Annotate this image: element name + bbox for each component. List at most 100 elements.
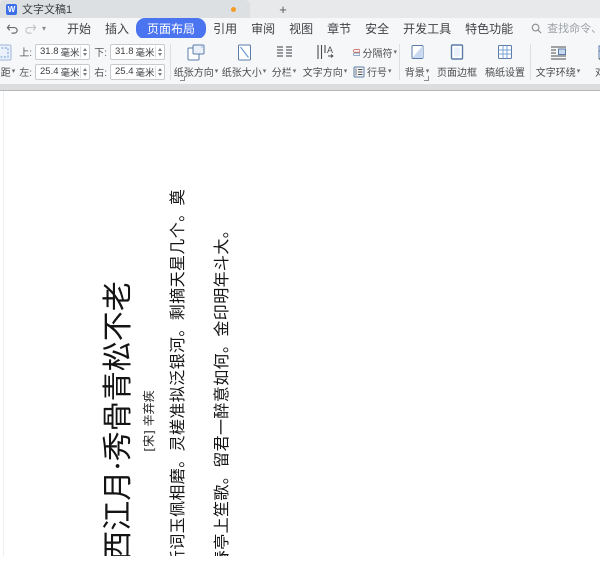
margin-top-value: 31.8 xyxy=(40,46,59,57)
background-icon xyxy=(410,43,425,61)
dialog-launcher-icon[interactable] xyxy=(180,76,185,81)
page-border-label: 页面边框 xyxy=(437,68,477,79)
margin-right-spinner[interactable] xyxy=(155,65,162,78)
document-tab-title: 文字文稿1 xyxy=(22,4,73,16)
page-layout-toolbar: 距 ▾ 上: 31.8 毫米 下: 31.8 毫米 左: 25.4 毫米 右: … xyxy=(0,38,600,84)
ribbon-tab-bar: ▾ 开始 插入 页面布局 引用 审阅 视图 章节 安全 开发工具 特色功能 查找… xyxy=(0,17,600,39)
margins-label: 距 xyxy=(0,68,11,79)
text-direction-label: 文字方向 xyxy=(302,68,343,79)
margin-left-input[interactable]: 25.4 毫米 xyxy=(35,63,90,80)
margin-settings-group: 上: 31.8 毫米 下: 31.8 毫米 左: 25.4 毫米 右: 25.4 xyxy=(18,40,168,84)
margin-top-spinner[interactable] xyxy=(80,45,87,58)
caret-down-icon: ▾ xyxy=(425,68,430,75)
tab-page-layout[interactable]: 页面布局 xyxy=(136,17,207,39)
ribbon-bottom-band xyxy=(0,84,600,91)
page-border-icon xyxy=(450,43,464,61)
caret-down-icon: ▾ xyxy=(214,68,219,75)
columns-label: 分栏 xyxy=(271,68,292,79)
margin-left-unit: 毫米 xyxy=(60,67,80,79)
text-wrap-icon xyxy=(550,43,567,61)
caret-down-icon: ▾ xyxy=(292,68,297,75)
wps-logo-icon: W xyxy=(6,3,17,15)
manuscript-setup-button[interactable]: 稿纸设置 xyxy=(482,40,528,84)
background-label: 背景 xyxy=(404,68,425,79)
caret-down-icon: ▾ xyxy=(388,68,392,75)
margin-bottom-value: 31.8 xyxy=(115,46,134,57)
margin-right-label: 右: xyxy=(94,68,107,79)
toolbar-separator xyxy=(170,44,171,80)
margin-bottom-input[interactable]: 31.8 毫米 xyxy=(110,43,165,60)
margin-top-input[interactable]: 31.8 毫米 xyxy=(35,43,90,60)
command-search[interactable]: 查找命令、搜索模板 xyxy=(530,20,600,36)
paper-size-button[interactable]: 纸张大小 ▾ xyxy=(221,40,267,84)
caret-down-icon: ▾ xyxy=(11,68,16,75)
tab-security[interactable]: 安全 xyxy=(358,19,396,38)
caret-down-icon: ▾ xyxy=(393,49,397,56)
toolbar-separator xyxy=(530,44,531,80)
document-page[interactable]: 西江月·秀骨青松不老 [宋] 辛弃疾 秀骨青松不老，新词玉佩相磨。灵槎准拟泛银河… xyxy=(0,91,600,556)
margins-button[interactable]: 距 ▾ xyxy=(0,40,16,84)
columns-button[interactable]: 分栏 ▾ xyxy=(269,40,299,84)
caret-down-icon: ▾ xyxy=(343,68,348,75)
breaks-icon xyxy=(353,49,361,56)
margin-top-unit: 毫米 xyxy=(60,47,80,59)
document-tab[interactable]: W 文字文稿1 xyxy=(0,0,250,18)
redo-icon[interactable] xyxy=(24,22,37,35)
tab-insert[interactable]: 插入 xyxy=(98,19,136,38)
tab-section[interactable]: 章节 xyxy=(320,19,358,38)
margins-icon xyxy=(0,43,14,61)
tab-review[interactable]: 审阅 xyxy=(244,19,282,38)
margin-bottom-label: 下: xyxy=(94,48,107,59)
margin-left-spinner[interactable] xyxy=(80,65,87,78)
breaks-linenumbers-group: 分隔符 ▾ 行号 ▾ xyxy=(351,40,397,84)
svg-text:A: A xyxy=(327,45,333,55)
margin-left-label: 左: xyxy=(19,68,32,79)
breaks-button[interactable]: 分隔符 ▾ xyxy=(353,45,397,60)
tab-home[interactable]: 开始 xyxy=(60,19,98,38)
text-direction-button[interactable]: A 文字方向 ▾ xyxy=(301,40,349,84)
quick-access-caret-icon[interactable]: ▾ xyxy=(42,24,46,33)
paper-size-icon xyxy=(237,43,252,61)
align-icon xyxy=(597,43,600,61)
paper-size-label: 纸张大小 xyxy=(221,68,262,79)
margin-right-value: 25.4 xyxy=(115,66,134,77)
tab-special-features[interactable]: 特色功能 xyxy=(458,19,520,38)
manuscript-grid-icon xyxy=(497,43,513,61)
align-label: 对齐 xyxy=(595,64,600,79)
breaks-label: 分隔符 xyxy=(362,49,393,60)
margin-left-value: 25.4 xyxy=(40,66,59,77)
toolbar-separator xyxy=(399,44,400,80)
poem-line: 枕楼东风月，驻春亭上笙歌。留君一醉意如何。金印明年斗大。 xyxy=(212,221,231,556)
margin-top-label: 上: xyxy=(19,48,32,59)
margin-right-unit: 毫米 xyxy=(135,67,155,79)
dialog-launcher-icon[interactable] xyxy=(424,76,429,81)
tab-view[interactable]: 视图 xyxy=(282,19,320,38)
tab-dev-tools[interactable]: 开发工具 xyxy=(396,19,458,38)
search-icon xyxy=(531,23,542,34)
page-edge-line xyxy=(3,91,4,556)
text-direction-icon: A xyxy=(316,43,334,61)
columns-icon xyxy=(276,43,293,61)
document-rotated-text-block: 西江月·秀骨青松不老 [宋] 辛弃疾 秀骨青松不老，新词玉佩相磨。灵槎准拟泛银河… xyxy=(96,161,244,556)
align-button[interactable]: 对齐 xyxy=(585,40,600,84)
poem-author: [宋] 辛弃疾 xyxy=(142,390,156,452)
text-wrap-button[interactable]: 文字环绕 ▾ xyxy=(533,40,583,84)
new-tab-button[interactable]: + xyxy=(274,0,292,18)
titlebar: W 文字文稿1 + xyxy=(0,0,600,18)
tab-references[interactable]: 引用 xyxy=(206,19,244,38)
margin-bottom-spinner[interactable] xyxy=(155,45,162,58)
poem-title: 西江月·秀骨青松不老 xyxy=(101,281,136,556)
caret-down-icon: ▾ xyxy=(576,68,581,75)
page-border-button[interactable]: 页面边框 xyxy=(434,40,480,84)
line-numbers-button[interactable]: 行号 ▾ xyxy=(353,64,397,79)
text-wrap-label: 文字环绕 xyxy=(535,68,576,79)
margin-right-input[interactable]: 25.4 毫米 xyxy=(110,63,165,80)
line-numbers-label: 行号 xyxy=(367,68,387,79)
unsaved-indicator-dot-icon xyxy=(231,7,236,12)
margin-bottom-unit: 毫米 xyxy=(135,47,155,59)
search-placeholder-text: 查找命令、搜索模板 xyxy=(547,23,600,35)
manuscript-setup-label: 稿纸设置 xyxy=(485,68,525,79)
poem-line: 秀骨青松不老，新词玉佩相磨。灵槎准拟泛银河。剩摘天星几个。奠 xyxy=(168,188,187,556)
caret-down-icon: ▾ xyxy=(262,68,267,75)
undo-icon[interactable] xyxy=(6,22,19,35)
